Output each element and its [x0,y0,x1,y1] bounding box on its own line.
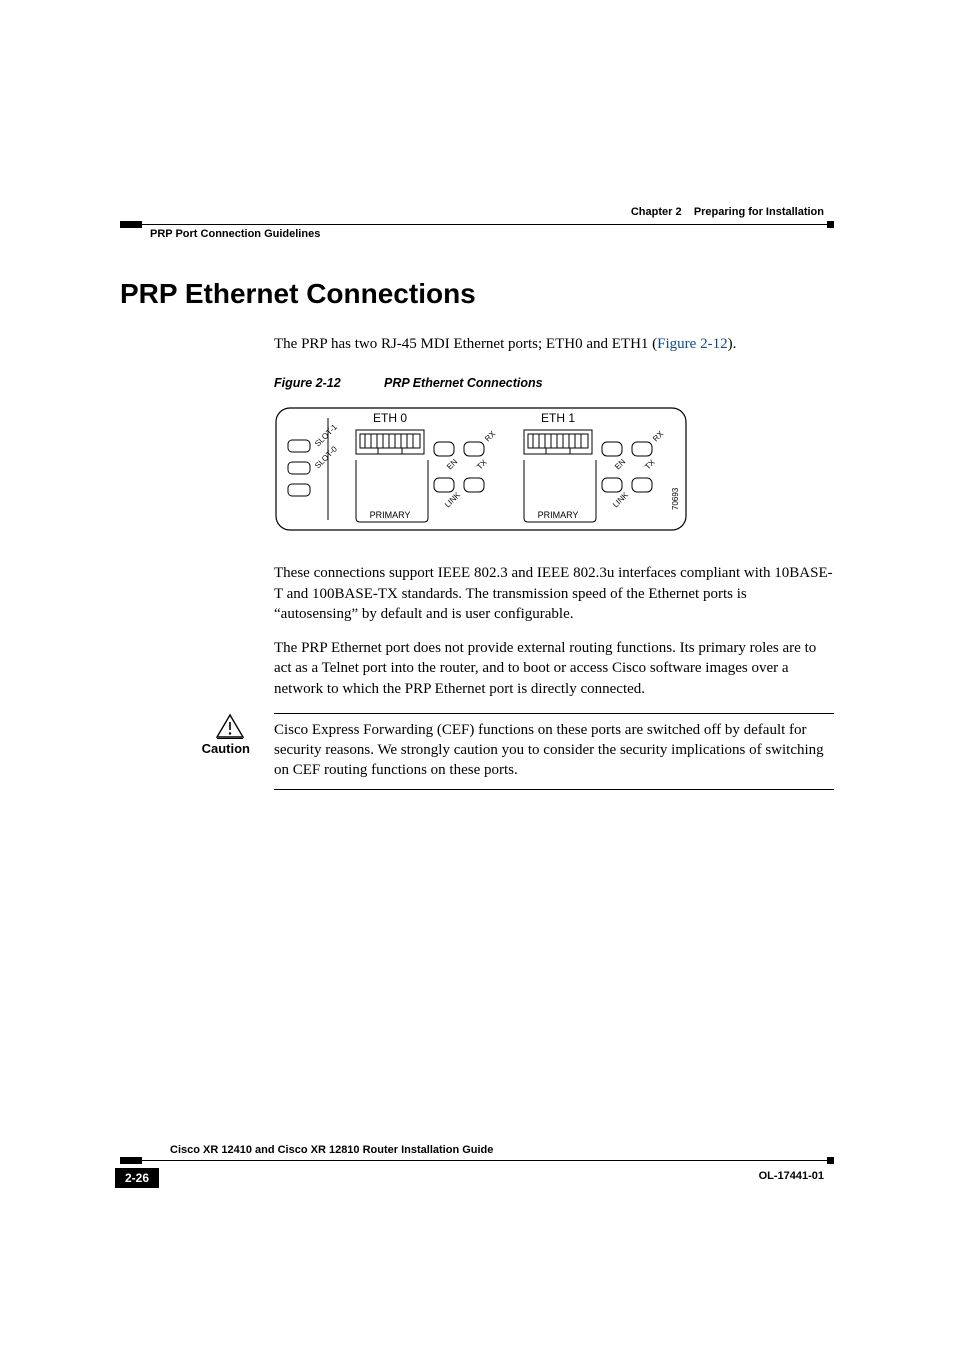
caution-block: Caution Cisco Express Forwarding (CEF) f… [120,713,834,790]
footer-rule [120,1160,834,1161]
figure-title: PRP Ethernet Connections [384,376,543,390]
primary-label-0: PRIMARY [370,510,411,520]
prp-ethernet-svg: SLOT-1 SLOT-0 ETH 0 [274,400,694,540]
chapter-title: Preparing for Installation [694,206,824,218]
figure-link[interactable]: Figure 2-12 [657,336,727,352]
doc-id: OL-17441-01 [759,1170,824,1182]
header-rule [120,224,834,225]
caution-body: Cisco Express Forwarding (CEF) functions… [274,713,834,790]
header-left-bar [120,221,142,228]
footer-left-bar [120,1157,142,1164]
content-area: PRP Ethernet Connections The PRP has two… [120,270,834,790]
figure-number: Figure 2-12 [274,376,384,390]
page-title: PRP Ethernet Connections [120,278,834,310]
section-title: PRP Port Connection Guidelines [150,228,320,240]
intro-text-pre: The PRP has two RJ-45 MDI Ethernet ports… [274,336,657,352]
intro-paragraph: The PRP has two RJ-45 MDI Ethernet ports… [274,334,834,354]
caution-icon [215,713,245,739]
body-column: The PRP has two RJ-45 MDI Ethernet ports… [274,334,834,699]
header-right-bar [827,221,834,228]
figure-id: 70693 [671,487,680,510]
figure-2-12: SLOT-1 SLOT-0 ETH 0 [274,400,834,545]
chapter-ref: Chapter 2 Preparing for Installation [631,206,824,218]
figure-caption: Figure 2-12PRP Ethernet Connections [274,376,834,390]
caution-label-col: Caution [120,713,274,756]
page: Chapter 2 Preparing for Installation PRP… [0,0,954,1351]
footer-right-bar [827,1157,834,1164]
page-number: 2-26 [115,1168,159,1188]
paragraph-2: These connections support IEEE 802.3 and… [274,563,834,624]
eth1-label: ETH 1 [541,411,575,425]
primary-label-1: PRIMARY [538,510,579,520]
chapter-label: Chapter 2 [631,206,682,218]
eth0-label: ETH 0 [373,411,407,425]
caution-label: Caution [120,741,264,756]
footer-doc-title: Cisco XR 12410 and Cisco XR 12810 Router… [170,1144,493,1156]
intro-text-post: ). [728,336,737,352]
paragraph-3: The PRP Ethernet port does not provide e… [274,638,834,699]
